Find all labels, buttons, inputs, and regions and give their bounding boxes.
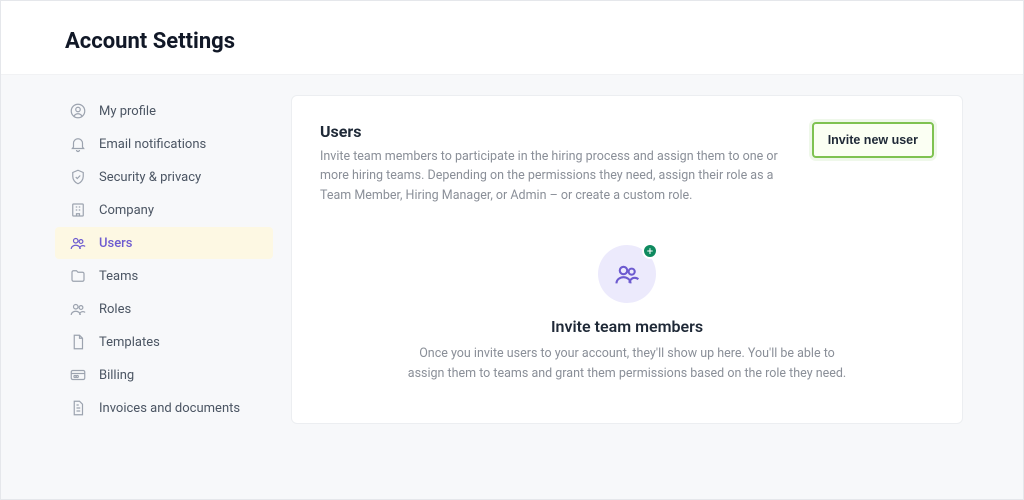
sidebar-item-label: My profile	[99, 104, 156, 119]
empty-state-title: Invite team members	[320, 317, 934, 336]
plus-icon: +	[642, 243, 658, 259]
file-icon	[69, 333, 87, 351]
sidebar-item-label: Billing	[99, 368, 134, 383]
settings-sidebar: My profile Email notifications Security …	[1, 75, 281, 499]
sidebar-item-label: Email notifications	[99, 137, 206, 152]
sidebar-item-invoices-documents[interactable]: Invoices and documents	[55, 392, 273, 424]
page-title: Account Settings	[65, 29, 1023, 54]
sidebar-item-label: Teams	[99, 269, 138, 284]
sidebar-list: My profile Email notifications Security …	[55, 95, 281, 424]
card-title: Users	[320, 122, 790, 141]
users-icon	[69, 300, 87, 318]
users-card: Users Invite team members to participate…	[291, 95, 963, 424]
user-circle-icon	[69, 102, 87, 120]
empty-state-illustration: +	[598, 245, 656, 303]
shield-icon	[69, 168, 87, 186]
users-icon	[69, 234, 87, 252]
sidebar-item-security-privacy[interactable]: Security & privacy	[55, 161, 273, 193]
credit-card-icon	[69, 366, 87, 384]
users-icon	[613, 260, 641, 288]
empty-state-description: Once you invite users to your account, t…	[407, 344, 847, 383]
sidebar-item-label: Invoices and documents	[99, 401, 240, 416]
sidebar-item-label: Company	[99, 203, 154, 218]
page-header: Account Settings	[1, 1, 1023, 75]
sidebar-item-users[interactable]: Users	[55, 227, 273, 259]
sidebar-item-templates[interactable]: Templates	[55, 326, 273, 358]
sidebar-item-label: Roles	[99, 302, 131, 317]
sidebar-item-label: Security & privacy	[99, 170, 201, 185]
card-description: Invite team members to participate in th…	[320, 147, 790, 205]
sidebar-item-email-notifications[interactable]: Email notifications	[55, 128, 273, 160]
card-header: Users Invite team members to participate…	[320, 122, 934, 205]
document-icon	[69, 399, 87, 417]
sidebar-item-teams[interactable]: Teams	[55, 260, 273, 292]
page-body: My profile Email notifications Security …	[1, 75, 1023, 499]
account-settings-page: Account Settings My profile Email notifi…	[0, 0, 1024, 500]
sidebar-item-my-profile[interactable]: My profile	[55, 95, 273, 127]
sidebar-item-billing[interactable]: Billing	[55, 359, 273, 391]
invite-new-user-button[interactable]: Invite new user	[812, 122, 934, 158]
folder-icon	[69, 267, 87, 285]
bell-icon	[69, 135, 87, 153]
card-header-text: Users Invite team members to participate…	[320, 122, 790, 205]
sidebar-item-label: Users	[99, 236, 132, 251]
main-content: Users Invite team members to participate…	[281, 75, 1023, 499]
sidebar-item-company[interactable]: Company	[55, 194, 273, 226]
sidebar-item-roles[interactable]: Roles	[55, 293, 273, 325]
building-icon	[69, 201, 87, 219]
empty-state: + Invite team members Once you invite us…	[320, 245, 934, 383]
sidebar-item-label: Templates	[99, 335, 160, 350]
